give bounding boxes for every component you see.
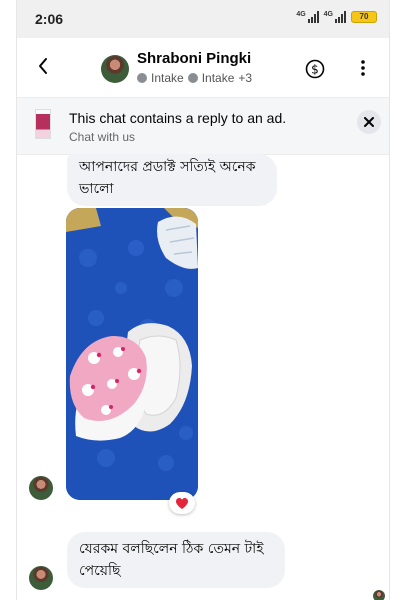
contact-name[interactable]: Shraboni Pingki: [137, 50, 251, 67]
close-icon: [364, 117, 374, 127]
back-icon: [39, 58, 47, 74]
sender-avatar[interactable]: [29, 476, 53, 500]
ad-notice-title: This chat contains a reply to an ad.: [69, 110, 287, 126]
message-bubble[interactable]: যেরকম বলছিলেন ঠিক তেমন টাই পেয়েছি: [67, 532, 285, 588]
label-extra-count: +3: [238, 71, 253, 85]
label-dot-icon: [137, 73, 147, 83]
close-notice-button[interactable]: [357, 110, 381, 134]
status-time: 2:06: [35, 11, 64, 27]
contact-avatar[interactable]: [101, 55, 129, 83]
heart-icon: [176, 497, 188, 509]
contact-labels[interactable]: Intake Intake +3: [137, 71, 252, 85]
back-button[interactable]: [31, 54, 55, 78]
more-options-button[interactable]: [353, 58, 373, 78]
ad-notice-subtitle: Chat with us: [69, 130, 136, 144]
label-2: Intake: [201, 71, 235, 85]
chat-screen: 2:06 4G 4G 70 Shraboni Pingki Intake Int…: [16, 0, 390, 600]
dollar-icon: $: [305, 59, 325, 79]
payment-button[interactable]: $: [305, 59, 325, 79]
read-receipt-avatar: [373, 590, 385, 600]
label-dot-icon: [187, 73, 198, 83]
more-icon: [361, 60, 365, 76]
ad-reply-notice[interactable]: This chat contains a reply to an ad. Cha…: [17, 97, 389, 155]
message-photo[interactable]: [66, 208, 198, 500]
sender-avatar[interactable]: [29, 566, 53, 590]
message-bubble[interactable]: আপনাদের প্রডাক্ট সত্যিই অনেক ভালো: [67, 154, 277, 206]
chat-header: Shraboni Pingki Intake Intake +3 $: [17, 38, 389, 96]
signal-icon: 4G: [296, 11, 319, 23]
photo-image: [66, 208, 198, 500]
ad-thumbnail: [35, 109, 51, 139]
battery-icon: 70: [351, 11, 377, 23]
status-bar: 2:06 4G 4G 70: [17, 0, 389, 38]
signal-icon: 4G: [324, 11, 346, 23]
svg-text:$: $: [311, 63, 319, 77]
status-icons: 4G 4G 70: [296, 11, 377, 23]
label-1: Intake: [151, 71, 184, 85]
message-reaction[interactable]: [169, 492, 195, 514]
